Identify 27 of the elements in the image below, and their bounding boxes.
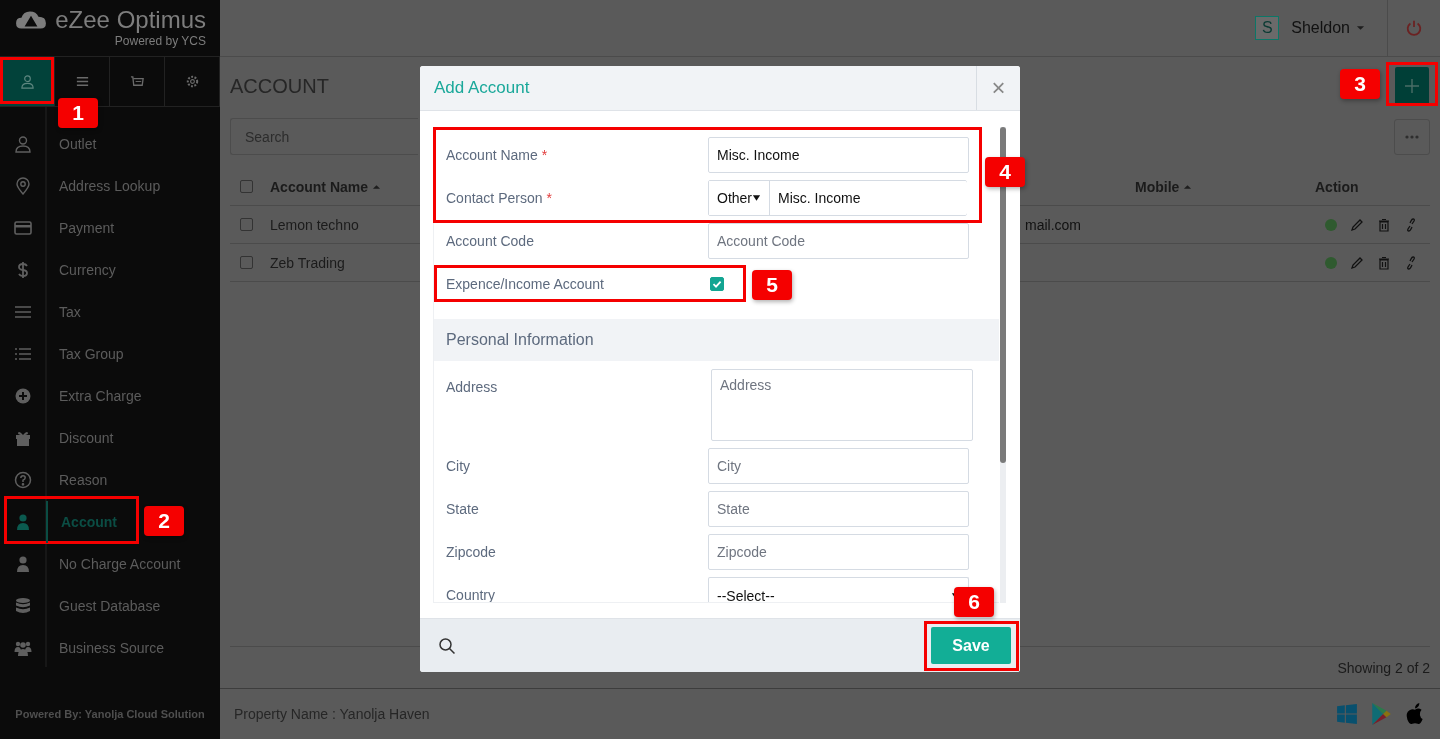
table-cell-text: Lemon techno (270, 216, 360, 233)
user-initial-badge: S (1255, 16, 1280, 40)
step-number-badge: 3 (1340, 69, 1380, 99)
field-label: Address (446, 378, 499, 395)
step-number-badge: 1 (58, 98, 98, 128)
table-cell: mail.com (1025, 216, 1081, 233)
step-number-badge: 5 (752, 270, 792, 300)
step-number-badge: 6 (954, 587, 994, 617)
section-header: Personal Information (434, 319, 999, 361)
required-mark: * (541, 147, 548, 163)
record-count: Showing 2 of 2 (1337, 659, 1430, 676)
field-label: State (446, 501, 480, 517)
required-mark: * (546, 190, 552, 206)
step-number-badge: 4 (985, 157, 1025, 187)
field-label: Expence/Income Account (446, 276, 604, 292)
field-label: Account Name (446, 147, 538, 163)
field-label: Account Code (446, 233, 534, 249)
app-logo-subtitle: Powered by YCS (114, 34, 206, 48)
dialog-title: Add Account (433, 78, 530, 98)
field-label: City (446, 458, 472, 474)
sidebar-footer-text: Powered By: Yanolja Cloud Solution (14, 707, 206, 722)
field-label: Zipcode (446, 544, 497, 560)
field-label: Country (446, 587, 497, 602)
table-cell-text: Zeb Trading (270, 254, 346, 271)
app-logo-title: eZee Optimus (55, 6, 206, 34)
step-number-badge: 2 (144, 506, 184, 536)
field-label: Contact Person (446, 190, 543, 206)
